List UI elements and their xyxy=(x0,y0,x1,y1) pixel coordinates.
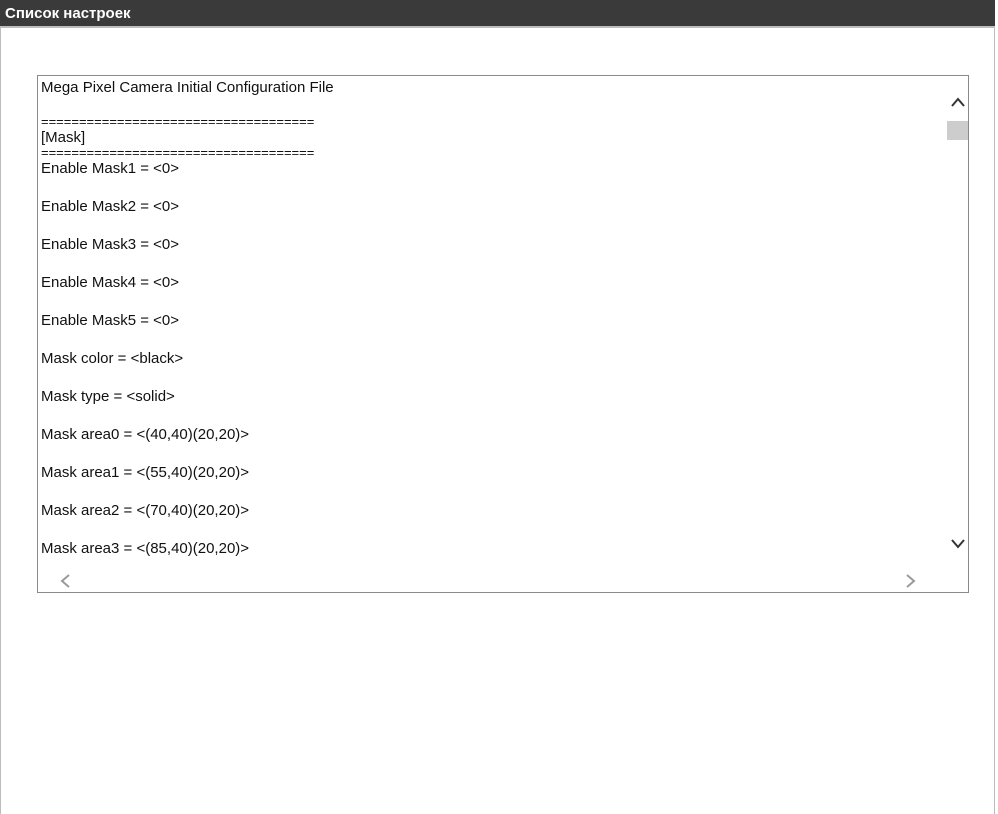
config-line: Mask type = <solid> xyxy=(41,388,175,405)
config-line: Mask area3 = <(85,40)(20,20)> xyxy=(41,540,250,557)
config-line: Mask area2 = <(70,40)(20,20)> xyxy=(41,502,250,519)
config-line: Enable Mask3 = <0> xyxy=(41,236,180,253)
chevron-right-icon[interactable] xyxy=(906,574,916,591)
settings-list-header: Список настроек xyxy=(0,0,995,28)
settings-panel: Mega Pixel Camera Initial Configuration … xyxy=(0,28,995,814)
chevron-up-icon[interactable] xyxy=(951,94,965,110)
config-text[interactable]: Mega Pixel Camera Initial Configuration … xyxy=(41,76,945,570)
horizontal-scrollbar[interactable] xyxy=(38,570,948,592)
config-line: Enable Mask1 = <0> xyxy=(41,160,180,177)
chevron-down-icon[interactable] xyxy=(951,536,965,552)
scrollbar-thumb[interactable] xyxy=(947,121,968,140)
separator-line: ==================================== xyxy=(41,145,315,160)
config-line: Enable Mask2 = <0> xyxy=(41,198,180,215)
config-line: Enable Mask4 = <0> xyxy=(41,274,180,291)
scrollbar-corner xyxy=(946,570,968,592)
config-line: Mega Pixel Camera Initial Configuration … xyxy=(41,79,334,96)
header-title: Список настроек xyxy=(5,5,131,22)
config-line: Mask color = <black> xyxy=(41,350,184,367)
chevron-left-icon[interactable] xyxy=(60,574,70,591)
separator-line: ==================================== xyxy=(41,114,315,129)
config-line: Mask area0 = <(40,40)(20,20)> xyxy=(41,426,250,443)
config-textarea[interactable]: Mega Pixel Camera Initial Configuration … xyxy=(37,75,969,593)
config-line: Enable Mask5 = <0> xyxy=(41,312,180,329)
config-line: Mask area1 = <(55,40)(20,20)> xyxy=(41,464,250,481)
vertical-scrollbar[interactable] xyxy=(947,76,968,570)
